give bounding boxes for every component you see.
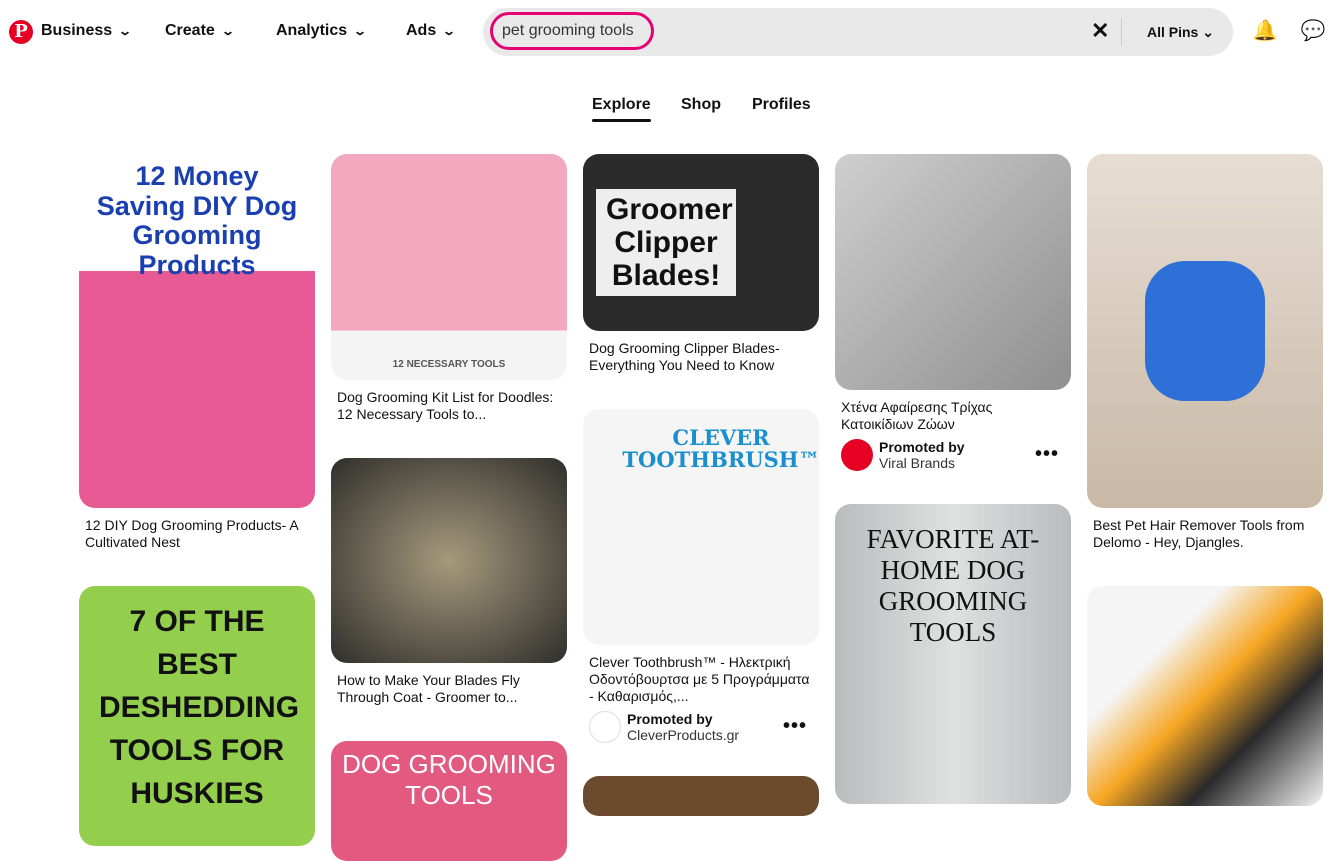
pin-image-text: DOG GROOMING TOOLS [342,749,556,810]
pin-card[interactable]: 12 Money Saving DIY Dog Grooming Product… [79,154,315,551]
search-input[interactable]: pet grooming tools [490,12,654,50]
pin-image[interactable] [1087,586,1323,806]
close-icon[interactable]: ✕ [1091,18,1109,44]
menu-ads[interactable]: Ads ⌄ [406,22,457,40]
pin-card[interactable]: How to Make Your Blades Fly Through Coat… [331,458,567,706]
menu-business[interactable]: Business ⌄ [41,22,133,40]
promoted-label: Promoted by [879,439,965,455]
pin-title: Dog Grooming Kit List for Doodles: 12 Ne… [337,389,554,422]
pin-title: How to Make Your Blades Fly Through Coat… [337,672,520,705]
pin-image[interactable]: DOG GROOMING TOOLS [331,741,567,861]
chevron-down-icon: ⌄ [1202,24,1214,40]
pin-image-text: 12 Money Saving DIY Dog Grooming Product… [96,161,298,281]
menu-label: Create [165,22,215,39]
pin-title: Χτένα Αφαίρεσης Τρίχας Κατοικίδιων Ζώων [841,399,993,432]
scope-dropdown[interactable]: All Pins ⌄ [1147,24,1214,41]
menu-label: Ads [406,22,437,39]
pin-image[interactable] [331,458,567,663]
pin-title: Clever Toothbrush™ - Ηλεκτρική Οδοντόβου… [589,654,810,704]
more-options-icon[interactable]: ••• [1035,443,1059,466]
promoted-row: Promoted by Viral Brands ••• [835,433,1071,471]
pin-card[interactable]: Best Pet Hair Remover Tools from Delomo … [1087,154,1323,551]
messages-icon[interactable]: 💬 [1300,18,1326,44]
bell-icon[interactable]: 🔔 [1252,18,1278,44]
divider [1121,18,1122,46]
pin-image-text: CLEVER TOOTHBRUSH™ [622,425,819,472]
menu-label: Analytics [276,22,348,39]
pin-card[interactable]: FAVORITE AT-HOME DOG GROOMING TOOLS [835,504,1071,804]
pin-card[interactable]: 7 OF THE BEST DESHEDDING TOOLS FOR HUSKI… [79,586,315,846]
tab-explore[interactable]: Explore [592,96,651,122]
pin-image[interactable]: 12 Money Saving DIY Dog Grooming Product… [79,154,315,508]
pin-image-text: Groomer Clipper Blades! [596,189,736,296]
search-bar: pet grooming tools ✕ All Pins ⌄ [483,8,1233,56]
pin-image[interactable]: 12 NECESSARY TOOLS [331,154,567,380]
pin-card[interactable]: Groomer Clipper Blades! Dog Grooming Cli… [583,154,819,374]
chevron-down-icon: ⌄ [220,24,235,38]
tab-profiles[interactable]: Profiles [752,96,811,114]
advertiser-name[interactable]: CleverProducts.gr [627,727,739,743]
chevron-down-icon: ⌄ [353,24,368,38]
pin-image-text: 12 NECESSARY TOOLS [392,359,506,370]
chevron-down-icon: ⌄ [442,24,457,38]
pin-image[interactable]: CLEVER TOOTHBRUSH™ [583,409,819,645]
menu-label: Business [41,22,113,39]
promoted-row: Promoted by CleverProducts.gr ••• [583,705,819,743]
pin-image[interactable] [835,154,1071,390]
pin-image[interactable]: 7 OF THE BEST DESHEDDING TOOLS FOR HUSKI… [79,586,315,846]
promoted-label: Promoted by [627,711,713,727]
pin-image[interactable]: Groomer Clipper Blades! [583,154,819,331]
pin-image[interactable]: FAVORITE AT-HOME DOG GROOMING TOOLS [835,504,1071,804]
chevron-down-icon: ⌄ [118,24,133,38]
advertiser-avatar[interactable] [589,711,621,743]
scope-label: All Pins [1147,24,1199,40]
more-options-icon[interactable]: ••• [783,715,807,738]
pin-image-text: 7 OF THE BEST DESHEDDING TOOLS FOR HUSKI… [99,605,300,810]
pin-card[interactable] [583,776,819,816]
pin-image[interactable] [1087,154,1323,508]
advertiser-avatar[interactable] [841,439,873,471]
menu-create[interactable]: Create ⌄ [165,22,235,40]
pin-image-glove [1145,261,1265,401]
pin-title: 12 DIY Dog Grooming Products- A Cultivat… [85,517,298,550]
pin-title: Best Pet Hair Remover Tools from Delomo … [1093,517,1305,550]
pin-title: Dog Grooming Clipper Blades- Everything … [589,340,780,373]
pin-image-text: FAVORITE AT-HOME DOG GROOMING TOOLS [866,524,1040,647]
pin-card[interactable] [1087,586,1323,806]
pin-card[interactable]: DOG GROOMING TOOLS [331,741,567,861]
pinterest-logo-icon[interactable]: P [9,20,33,44]
pin-card[interactable]: CLEVER TOOTHBRUSH™ Clever Toothbrush™ - … [583,409,819,743]
pin-card[interactable]: 12 NECESSARY TOOLS Dog Grooming Kit List… [331,154,567,423]
advertiser-name[interactable]: Viral Brands [879,455,955,471]
pin-image[interactable] [583,776,819,816]
top-nav: P Business ⌄ Create ⌄ Analytics ⌄ Ads ⌄ pet … [0,0,1339,64]
tab-shop[interactable]: Shop [681,96,721,114]
pin-card[interactable]: Χτένα Αφαίρεσης Τρίχας Κατοικίδιων Ζώων … [835,154,1071,471]
menu-analytics[interactable]: Analytics ⌄ [276,22,368,40]
